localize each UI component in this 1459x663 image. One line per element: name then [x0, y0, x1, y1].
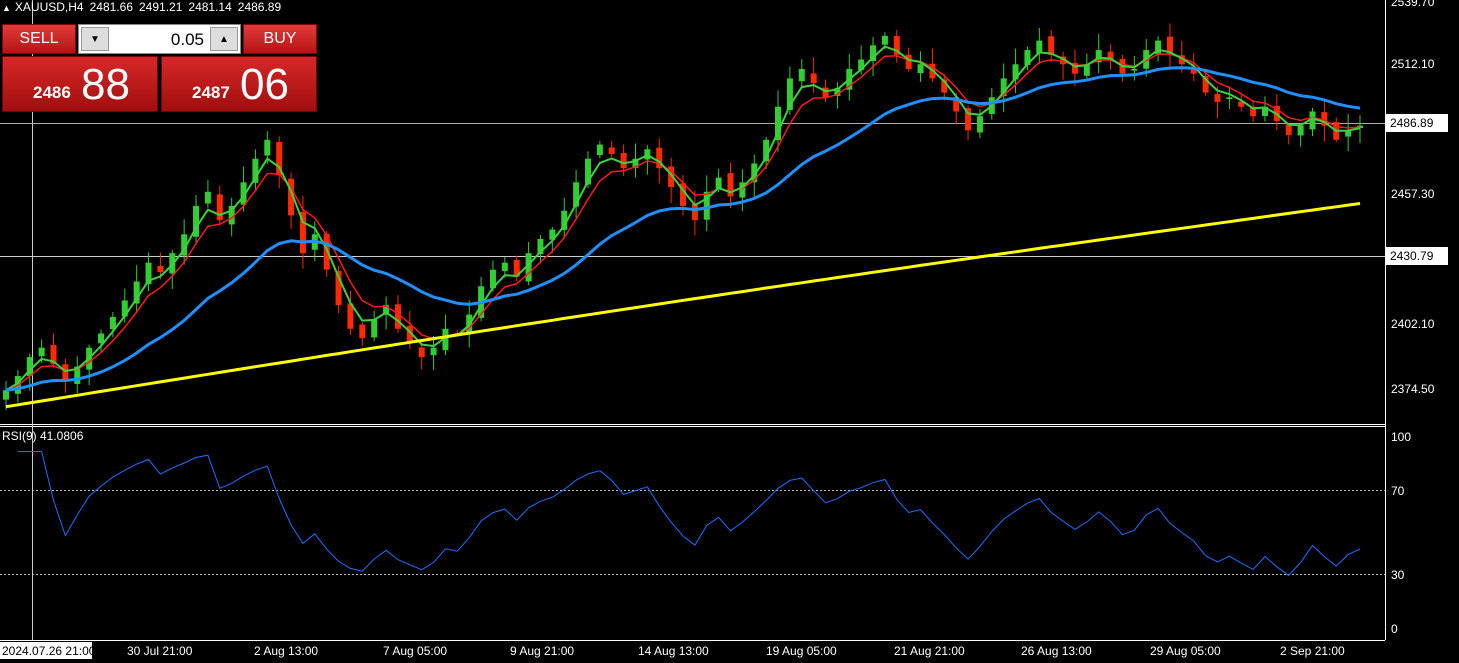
buy-button[interactable]: BUY — [243, 24, 317, 54]
candle-body — [822, 87, 829, 98]
time-tick: 7 Aug 05:00 — [383, 644, 447, 658]
high-value: 2491.21 — [139, 0, 183, 14]
candle-body — [905, 54, 912, 69]
candle-body — [798, 68, 805, 82]
time-tick: 2 Aug 13:00 — [254, 644, 318, 658]
candle-body — [1226, 97, 1233, 100]
symbol-label: XAUUSD,H4 — [14, 0, 84, 14]
candle-body — [691, 204, 698, 221]
candle-body — [620, 153, 627, 169]
rsi-series — [17, 451, 1361, 577]
ma-slow-line — [5, 66, 1361, 392]
candle-body — [608, 147, 615, 154]
ohlc-values: 2481.66 2491.21 2481.14 2486.89 — [90, 0, 288, 14]
buy-price-pips: 06 — [240, 60, 289, 109]
ma-long-line — [5, 202, 1361, 409]
candle-body — [359, 324, 366, 339]
candle-body — [371, 319, 378, 338]
candle-body — [157, 265, 164, 273]
candle-body — [810, 73, 817, 84]
candle-body — [501, 262, 508, 272]
crosshair-time-label: 2024.07.26 21:00 — [2, 644, 96, 658]
rsi-tick: 70 — [1391, 484, 1405, 498]
price-tick: 2512.10 — [1391, 57, 1435, 71]
crosshair-price-label: 2430.79 — [1390, 249, 1434, 263]
candle-body — [1048, 36, 1055, 55]
candle-body — [216, 194, 223, 221]
candle-body — [394, 304, 401, 329]
price-axis: 2539.70 2512.10 2457.30 2402.10 2374.50 — [1391, 0, 1435, 396]
time-tick: 9 Aug 21:00 — [510, 644, 574, 658]
lot-increase-icon[interactable]: ▲ — [210, 27, 238, 51]
candle-body — [3, 390, 9, 400]
candle-body — [62, 364, 69, 381]
candle-body — [38, 347, 45, 357]
candle-body — [976, 116, 983, 133]
buy-price-major: 2487 — [192, 83, 230, 102]
lot-decrease-icon[interactable]: ▼ — [81, 27, 109, 51]
candle-body — [204, 191, 211, 204]
rsi-axis: 100 70 30 0 — [1391, 430, 1411, 636]
price-tick: 2402.10 — [1391, 317, 1435, 331]
lot-size-value[interactable]: 0.05 — [171, 30, 204, 50]
close-value: 2486.89 — [237, 0, 282, 14]
candle-body — [1297, 125, 1304, 136]
time-tick: 21 Aug 21:00 — [894, 644, 965, 658]
price-tick: 2374.50 — [1391, 382, 1435, 396]
time-axis: 30 Jul 21:00 2 Aug 13:00 7 Aug 05:00 9 A… — [127, 644, 1345, 658]
sell-price-pips: 88 — [81, 60, 130, 109]
candle-body — [596, 144, 603, 156]
rsi-tick: 100 — [1391, 430, 1411, 444]
time-tick: 30 Jul 21:00 — [127, 644, 193, 658]
candle-body — [418, 347, 425, 358]
candle-body — [1285, 124, 1292, 136]
candle-body — [264, 139, 271, 156]
candle-body — [917, 64, 924, 74]
time-tick: 19 Aug 05:00 — [766, 644, 837, 658]
rsi-tick: 30 — [1391, 568, 1405, 582]
rsi-line — [17, 451, 1361, 577]
candle-body — [881, 35, 888, 45]
collapse-triangle-icon[interactable]: ▲ — [2, 3, 11, 13]
buy-price-button[interactable]: 2487 06 — [161, 56, 317, 112]
one-click-trading-panel: SELL ▼ 0.05 ▲ BUY 2486 88 2487 06 — [2, 24, 317, 112]
time-tick: 14 Aug 13:00 — [638, 644, 709, 658]
price-tick: 2457.30 — [1391, 187, 1435, 201]
chart-header: ▲ XAUUSD,H4 2481.66 2491.21 2481.14 2486.89 — [2, 0, 287, 14]
rsi-indicator-label: RSI(9) 41.0806 — [2, 429, 84, 443]
candle-body — [1131, 68, 1138, 71]
candle-body — [430, 347, 437, 356]
open-value: 2481.66 — [89, 0, 133, 14]
candle-body — [1214, 93, 1221, 103]
current-price-label: 2486.89 — [1390, 116, 1434, 130]
price-tick: 2539.70 — [1391, 0, 1435, 9]
time-tick: 26 Aug 13:00 — [1021, 644, 1092, 658]
low-value: 2481.14 — [188, 0, 232, 14]
rsi-tick: 0 — [1391, 622, 1398, 636]
sell-price-major: 2486 — [33, 83, 71, 102]
time-tick: 2 Sep 21:00 — [1280, 644, 1345, 658]
lot-size-input[interactable]: ▼ 0.05 ▲ — [78, 24, 241, 54]
sell-button[interactable]: SELL — [2, 24, 76, 54]
time-tick: 29 Aug 05:00 — [1150, 644, 1221, 658]
sell-price-button[interactable]: 2486 88 — [2, 56, 158, 112]
